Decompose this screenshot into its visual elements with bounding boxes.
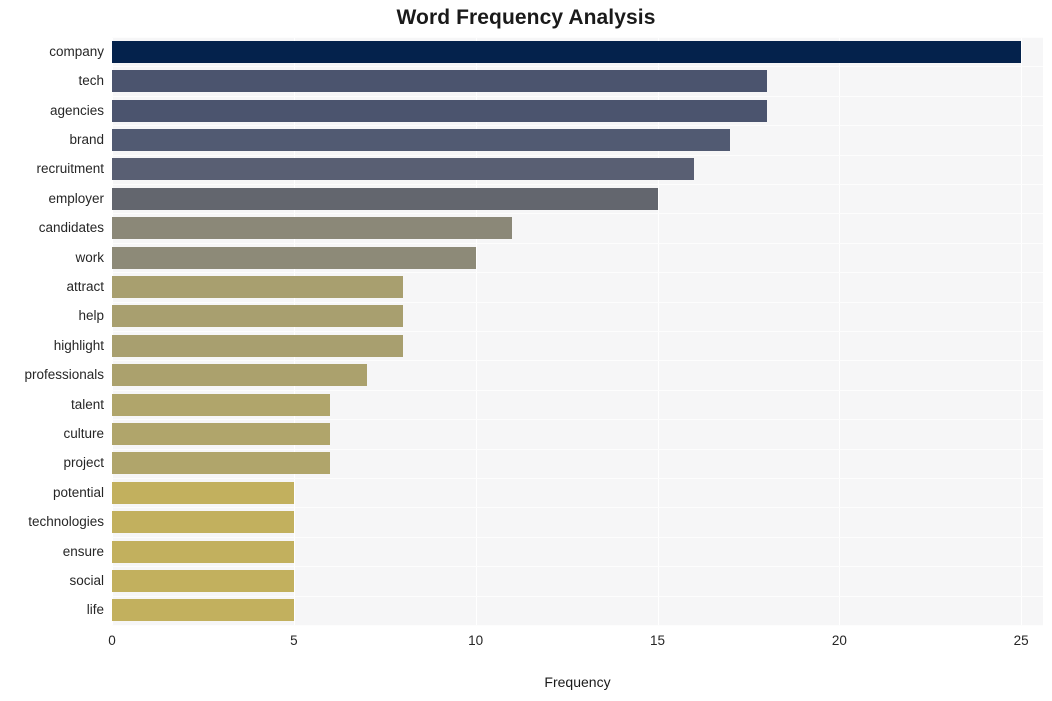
y-tick-label: life <box>86 602 104 618</box>
bar <box>112 275 403 298</box>
y-tick-label: professionals <box>24 367 104 383</box>
bar <box>112 187 658 210</box>
bar <box>112 569 294 592</box>
bar <box>112 481 294 504</box>
plot-area <box>112 37 1043 626</box>
y-tick-label: help <box>78 308 104 324</box>
y-tick-label: work <box>75 249 104 265</box>
x-axis-title: Frequency <box>544 674 611 690</box>
bar <box>112 452 331 475</box>
bar <box>112 422 331 445</box>
bar <box>112 599 294 622</box>
y-tick-label: project <box>63 455 104 471</box>
bar <box>112 364 367 387</box>
y-tick-label: agencies <box>49 102 104 118</box>
bar <box>112 540 294 563</box>
x-tick-label: 0 <box>108 633 116 648</box>
bar <box>112 393 331 416</box>
bar <box>112 246 476 269</box>
y-axis-tick-labels: company tech agencies brand recruitment emplo… <box>0 37 104 625</box>
chart-figure: Word Frequency Analysis company tech agenc… <box>0 0 1052 701</box>
bar <box>112 70 767 93</box>
bar <box>112 128 731 151</box>
bar <box>112 305 403 328</box>
x-axis-tick-labels: 0 5 10 15 20 25 <box>108 625 1043 655</box>
x-tick-label: 25 <box>1013 633 1029 648</box>
bar <box>112 40 1022 63</box>
page-title: Word Frequency Analysis <box>396 6 656 29</box>
y-tick-label: employer <box>48 190 104 206</box>
y-tick-label: candidates <box>38 220 104 236</box>
x-tick-label: 15 <box>649 633 666 648</box>
x-tick-label: 10 <box>468 633 484 648</box>
y-tick-label: company <box>49 43 104 59</box>
x-tick-label: 20 <box>831 633 847 648</box>
bar <box>112 158 694 181</box>
y-tick-label: highlight <box>53 337 104 353</box>
y-tick-label: ensure <box>62 543 104 559</box>
x-tick-label: 5 <box>290 633 298 648</box>
y-tick-label: talent <box>70 396 104 412</box>
y-tick-label: attract <box>66 278 104 294</box>
y-tick-label: culture <box>63 425 104 441</box>
bars-layer <box>112 37 1043 625</box>
bar <box>112 511 294 534</box>
bar <box>112 99 767 122</box>
bar <box>112 334 403 357</box>
y-tick-label: potential <box>52 484 104 500</box>
y-tick-label: tech <box>78 73 104 89</box>
y-tick-label: brand <box>69 131 104 147</box>
y-tick-label: recruitment <box>36 161 104 177</box>
bar <box>112 217 513 240</box>
y-tick-label: technologies <box>28 514 104 530</box>
y-tick-label: social <box>69 572 104 588</box>
